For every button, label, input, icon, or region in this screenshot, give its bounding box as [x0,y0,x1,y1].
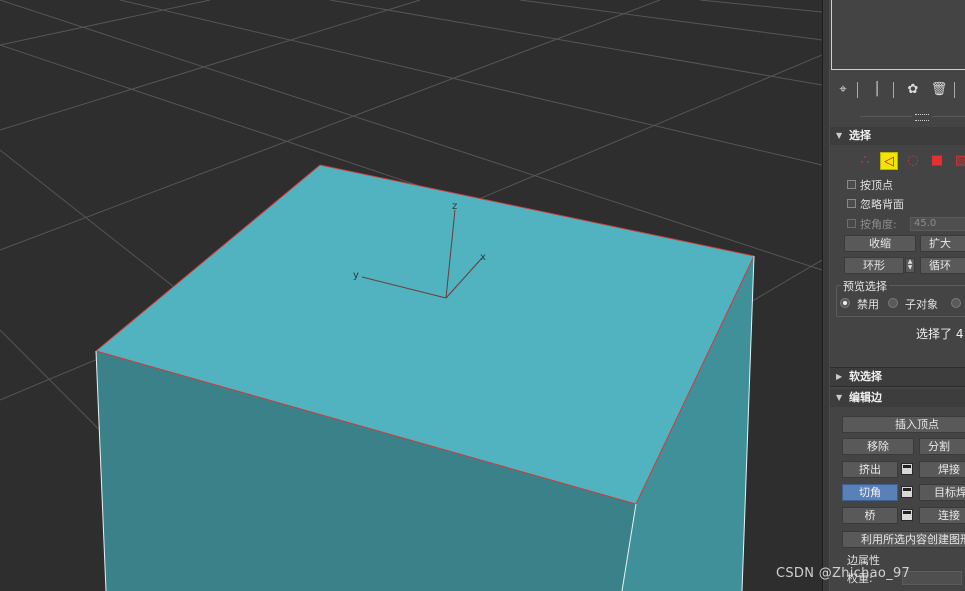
rollout-title: 选择 [849,129,871,142]
polygon-icon[interactable]: ■ [928,152,946,170]
preview-off-radio[interactable] [840,298,850,308]
split-button[interactable]: 分割 [919,438,965,455]
bridge-settings-icon[interactable] [901,509,913,521]
modifier-stack-toolbar: ⌖ │ ✿ 🗑 [830,78,965,102]
ignore-backfacing-checkbox[interactable] [847,199,856,208]
extrude-settings-icon[interactable] [901,463,913,475]
rollout-title: 软选择 [849,370,882,383]
trash-icon[interactable]: 🗑 [930,81,948,99]
border-icon[interactable]: ◌ [904,152,922,170]
expand-arrow-icon: ▶ [836,372,843,381]
pin-icon[interactable]: ⌖ [834,81,852,99]
rollout-edit-edges-header[interactable]: ▼ 编辑边 [830,389,965,407]
preview-multi-radio[interactable] [951,298,961,308]
ring-button[interactable]: 环形 [844,257,904,274]
preview-subobject-label: 子对象 [905,298,938,311]
chamfer-settings-icon[interactable] [901,486,913,498]
rollout-soft-selection-header[interactable]: ▶ 软选择 [830,367,965,387]
toolbar-separator [954,82,955,98]
create-shape-button[interactable]: 利用所选内容创建图形 [842,531,965,548]
shrink-button[interactable]: 收缩 [844,235,916,252]
target-weld-button[interactable]: 目标焊 [919,484,965,501]
panel-grip[interactable] [860,114,965,121]
modifier-stack-list[interactable] [831,0,965,70]
preview-off-label: 禁用 [857,298,879,311]
weld-button[interactable]: 焊接 [919,461,965,478]
viewport-perspective[interactable]: z x y [0,0,822,591]
rollout-selection-header[interactable]: ▼ 选择 [830,127,965,145]
insert-vertex-button[interactable]: 插入顶点 [842,416,965,433]
loop-button[interactable]: 循环 [920,257,965,274]
gizmo-z-label: z [452,201,457,212]
grow-button[interactable]: 扩大 [920,235,965,252]
gizmo-x-label: x [480,252,486,263]
preview-selection-title: 预览选择 [841,278,889,294]
edge-icon[interactable]: ◁ [880,152,898,170]
by-angle-field[interactable]: 45.0 [910,217,965,231]
bridge-button[interactable]: 桥 [842,507,898,524]
by-angle-checkbox[interactable] [847,219,856,228]
connect-button[interactable]: 连接 [919,507,965,524]
ignore-backfacing-label: 忽略背面 [860,198,904,211]
gizmo-y-label: y [353,270,359,281]
ring-spinner[interactable]: ▲ ▼ [905,258,915,273]
modifier-stack-icon[interactable]: │ [868,81,886,99]
preview-subobject-radio[interactable] [888,298,898,308]
make-unique-icon[interactable]: ✿ [904,81,922,99]
selection-status: 选择了 4 [916,327,964,341]
vertex-icon[interactable]: ∴ [856,152,874,170]
collapse-arrow-icon: ▼ [836,131,843,140]
collapse-arrow-icon: ▼ [836,393,843,402]
toolbar-separator [893,82,894,98]
weight-field[interactable] [902,571,962,585]
element-icon[interactable]: ▧ [952,152,965,170]
by-angle-label: 按角度: [860,218,897,231]
command-panel-modify: ⌖ │ ✿ 🗑 ▼ 选择 ∴ ◁ ◌ ■ ▧ 按顶点 忽略背面 按角度: 45.… [830,0,965,591]
viewport-canvas[interactable]: z x y [0,0,822,591]
viewport-panel-splitter[interactable] [822,0,830,591]
watermark: CSDN @Zhichao_97 [776,566,911,581]
chamfer-button[interactable]: 切角 [842,484,898,501]
by-vertex-label: 按顶点 [860,179,893,192]
remove-button[interactable]: 移除 [842,438,914,455]
rollout-title: 编辑边 [849,391,882,404]
by-vertex-checkbox[interactable] [847,180,856,189]
toolbar-separator [857,82,858,98]
extrude-button[interactable]: 挤出 [842,461,898,478]
